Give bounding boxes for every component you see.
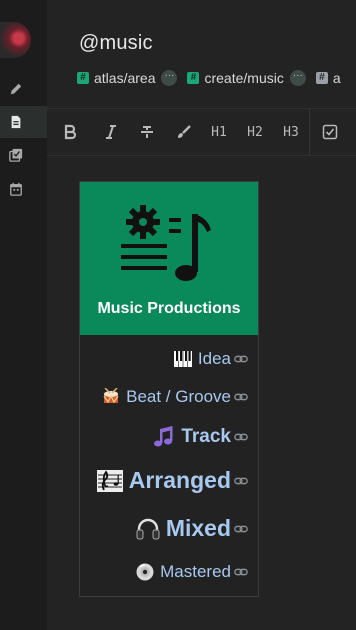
checkbox-icon xyxy=(322,124,338,140)
drum-icon xyxy=(102,388,120,406)
stage-track[interactable]: Track xyxy=(153,426,248,448)
strikethrough-icon xyxy=(141,126,153,138)
music-productions-card: Music Productions Idea Beat / Groove Tra… xyxy=(79,181,259,597)
tag-atlas-area[interactable]: # atlas/area ··· xyxy=(77,70,178,86)
stage-mastered[interactable]: Mastered xyxy=(136,562,248,582)
link-icon[interactable] xyxy=(234,522,248,536)
page-title[interactable]: @music xyxy=(79,32,153,55)
link-icon[interactable] xyxy=(234,390,248,404)
tag-create-music[interactable]: # create/music ··· xyxy=(187,70,306,86)
hashtag-icon: # xyxy=(187,72,200,84)
tag-label: atlas/area xyxy=(94,70,156,86)
highlight-button[interactable] xyxy=(166,108,201,156)
tag-a[interactable]: # a xyxy=(315,70,341,86)
paintbrush-icon xyxy=(177,125,191,138)
pencil-icon xyxy=(10,83,21,95)
stage-label[interactable]: Mastered xyxy=(160,562,231,582)
document-icon xyxy=(11,115,20,129)
italic-button[interactable] xyxy=(93,108,128,156)
heading2-button[interactable]: H2 xyxy=(237,108,273,156)
link-icon[interactable] xyxy=(234,430,248,444)
stage-label[interactable]: Beat / Groove xyxy=(126,387,231,407)
stage-mixed[interactable]: Mixed xyxy=(136,515,248,542)
link-icon[interactable] xyxy=(234,352,248,366)
more-icon[interactable]: ··· xyxy=(289,70,306,86)
hashtag-icon: # xyxy=(315,72,328,84)
tasks-icon xyxy=(8,148,22,162)
stage-label[interactable]: Mixed xyxy=(166,515,231,542)
stage-arranged[interactable]: Arranged xyxy=(96,467,248,494)
sidebar-item-documents[interactable] xyxy=(0,106,47,138)
sidebar-item-calendar[interactable] xyxy=(0,173,47,205)
tag-list: # atlas/area ··· # create/music ··· # a xyxy=(77,70,351,86)
hashtag-icon: # xyxy=(77,72,89,84)
checkbox-button[interactable] xyxy=(310,108,350,156)
stage-label[interactable]: Idea xyxy=(198,349,231,369)
heading1-button[interactable]: H1 xyxy=(201,108,237,156)
stage-label[interactable]: Arranged xyxy=(129,467,231,494)
headphones-icon xyxy=(136,517,160,541)
musical-notes-icon xyxy=(153,426,175,448)
stage-idea[interactable]: Idea xyxy=(173,349,248,369)
tag-label: a xyxy=(332,70,341,86)
calendar-icon xyxy=(9,182,22,196)
stage-beat-groove[interactable]: Beat / Groove xyxy=(102,387,248,407)
musical-score-icon xyxy=(96,469,123,492)
strikethrough-button[interactable] xyxy=(128,108,166,156)
sidebar xyxy=(0,0,47,630)
sidebar-item-edit[interactable] xyxy=(0,73,47,105)
avatar[interactable] xyxy=(0,22,31,58)
link-icon[interactable] xyxy=(234,474,248,488)
disc-icon xyxy=(136,563,154,581)
piano-icon xyxy=(173,351,192,367)
bold-button[interactable] xyxy=(47,108,93,156)
tag-label: create/music xyxy=(204,70,284,86)
bold-icon xyxy=(64,124,77,140)
link-icon[interactable] xyxy=(234,565,248,579)
italic-icon xyxy=(105,125,116,139)
sidebar-item-tasks[interactable] xyxy=(0,139,47,171)
music-production-logo xyxy=(121,205,211,281)
more-icon[interactable]: ··· xyxy=(161,70,178,86)
format-toolbar: H1 H2 H3 xyxy=(47,108,356,156)
heading3-button[interactable]: H3 xyxy=(273,108,309,156)
card-title: Music Productions xyxy=(97,300,241,317)
stage-label[interactable]: Track xyxy=(181,426,231,448)
card-header: Music Productions xyxy=(80,182,258,335)
editor: @music # atlas/area ··· # create/music ·… xyxy=(47,0,356,630)
